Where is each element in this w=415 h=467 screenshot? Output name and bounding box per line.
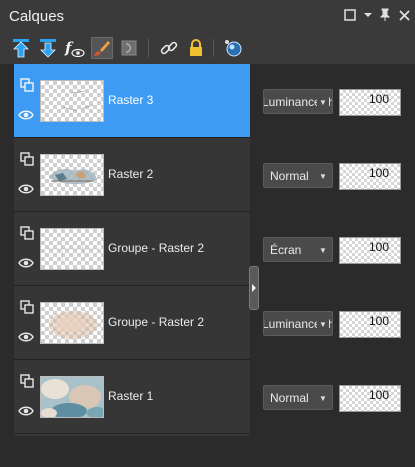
- blend-mode-value: Normal: [270, 169, 309, 183]
- layer-properties: Luminance (h ▼ 100 Normal ▼ 100 Écran ▼ …: [259, 64, 415, 436]
- blend-mode-select[interactable]: Écran ▼: [263, 237, 333, 262]
- panel-titlebar: Calques: [0, 0, 415, 32]
- move-down-icon[interactable]: [37, 37, 59, 59]
- layer-row[interactable]: Raster 2: [14, 138, 250, 212]
- layer-thumbnail: [40, 80, 104, 122]
- fx-visibility-icon[interactable]: f: [64, 37, 86, 59]
- blend-mode-select[interactable]: Luminance (h ▼: [263, 311, 333, 336]
- visibility-eye-icon[interactable]: [18, 330, 34, 342]
- layer-properties-row: Écran ▼ 100: [259, 212, 415, 286]
- opacity-value: 100: [368, 388, 389, 402]
- close-icon[interactable]: [396, 7, 412, 23]
- panel-title: Calques: [9, 8, 65, 25]
- blend-mode-select[interactable]: Normal ▼: [263, 385, 333, 410]
- lock-icon[interactable]: [185, 37, 207, 59]
- opacity-field[interactable]: 100: [339, 237, 401, 264]
- palette-icon[interactable]: [222, 37, 244, 59]
- visibility-eye-icon[interactable]: [18, 256, 34, 268]
- layer-name: Groupe - Raster 2: [108, 315, 205, 329]
- brush-icon[interactable]: [91, 37, 113, 59]
- dropdown-icon[interactable]: [360, 7, 376, 23]
- layer-row[interactable]: Raster 1: [14, 360, 250, 434]
- layer-properties-row: Normal ▼ 100: [259, 360, 415, 434]
- layer-thumbnail: [40, 302, 104, 344]
- pin-icon[interactable]: [377, 7, 393, 23]
- layer-group-icon[interactable]: [20, 226, 34, 240]
- restore-icon[interactable]: [342, 7, 358, 23]
- layer-row[interactable]: Groupe - Raster 2: [14, 286, 250, 360]
- visibility-eye-icon[interactable]: [18, 404, 34, 416]
- mask-icon[interactable]: [118, 37, 140, 59]
- opacity-value: 100: [368, 166, 389, 180]
- layer-group-icon[interactable]: [20, 374, 34, 388]
- splitter-handle[interactable]: [249, 266, 259, 310]
- layer-thumbnail: [40, 376, 104, 418]
- layer-group-icon[interactable]: [20, 78, 34, 92]
- layer-group-icon[interactable]: [20, 152, 34, 166]
- blend-mode-value: Normal: [270, 391, 309, 405]
- visibility-eye-icon[interactable]: [18, 108, 34, 120]
- layer-properties-row: Normal ▼ 100: [259, 138, 415, 212]
- blend-mode-select[interactable]: Luminance (h ▼: [263, 89, 333, 114]
- dropdown-arrow-icon: ▼: [317, 169, 329, 183]
- opacity-field[interactable]: 100: [339, 163, 401, 190]
- layer-row[interactable]: Raster 3: [14, 64, 250, 138]
- move-up-icon[interactable]: [10, 37, 32, 59]
- layer-group-icon[interactable]: [20, 300, 34, 314]
- layers-toolbar: f: [0, 32, 415, 64]
- opacity-field[interactable]: 100: [339, 311, 401, 338]
- layer-name: Raster 2: [108, 167, 154, 181]
- opacity-value: 100: [368, 314, 389, 328]
- dropdown-arrow-icon: ▼: [317, 317, 329, 331]
- visibility-eye-icon[interactable]: [18, 182, 34, 194]
- layer-row[interactable]: Groupe - Raster 2: [14, 212, 250, 286]
- dropdown-arrow-icon: ▼: [317, 95, 329, 109]
- opacity-field[interactable]: 100: [339, 89, 401, 116]
- dropdown-arrow-icon: ▼: [317, 391, 329, 405]
- dropdown-arrow-icon: ▼: [317, 243, 329, 257]
- toolbar-separator: [148, 39, 149, 57]
- layer-name: Groupe - Raster 2: [108, 241, 205, 255]
- opacity-field[interactable]: 100: [339, 385, 401, 412]
- link-icon[interactable]: [158, 37, 180, 59]
- opacity-value: 100: [368, 92, 389, 106]
- blend-mode-value: Écran: [270, 243, 302, 257]
- blend-mode-select[interactable]: Normal ▼: [263, 163, 333, 188]
- layer-name: Raster 3: [108, 93, 154, 107]
- chevron-right-icon: [252, 284, 256, 292]
- layer-name: Raster 1: [108, 389, 154, 403]
- layer-thumbnail: [40, 154, 104, 196]
- layer-thumbnail: [40, 228, 104, 270]
- layer-properties-row: Luminance (h ▼ 100: [259, 64, 415, 138]
- toolbar-separator: [213, 39, 214, 57]
- layer-list: Raster 3 Raster 2 Groupe - Raster 2 Grou…: [14, 64, 250, 436]
- layer-properties-row: Luminance (h ▼ 100: [259, 286, 415, 360]
- opacity-value: 100: [368, 240, 389, 254]
